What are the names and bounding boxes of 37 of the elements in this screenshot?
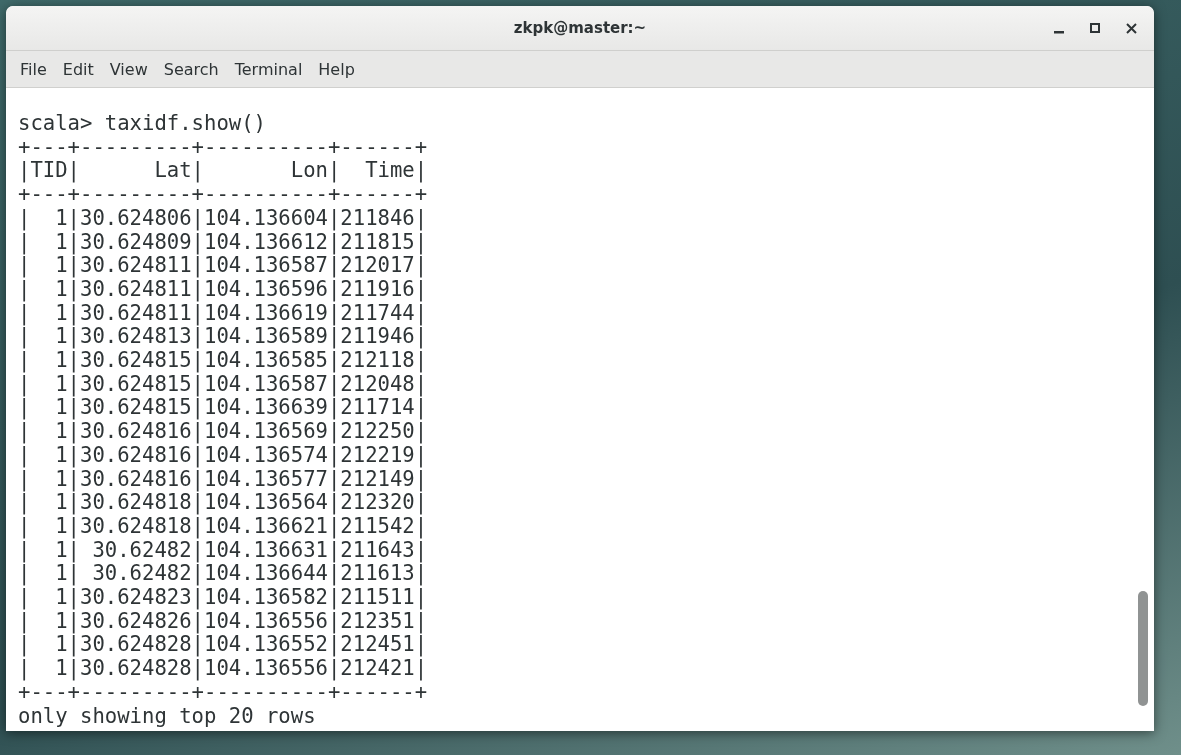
terminal-line: | 1|30.624813|104.136589|211946| [18,325,428,350]
scrollbar-thumb[interactable] [1138,591,1148,706]
terminal-line: +---+---------+----------+------+ [18,135,428,160]
close-icon [1125,22,1137,34]
terminal-line: | 1|30.624811|104.136619|211744| [18,301,428,326]
menu-item[interactable]: Edit [54,55,102,83]
terminal-line: | 1|30.624816|104.136569|212250| [18,420,428,444]
terminal-line: | 1|30.624826|104.136556|212351| [18,609,428,634]
terminal-line: | 1|30.624823|104.136582|211511| [18,586,428,610]
terminal-line: | 1|30.624811|104.136596|211916| [18,277,428,302]
terminal-line: | 1| 30.62482|104.136631|211643| [18,538,428,563]
terminal-line: |TID| Lat| Lon| Time| [18,159,428,184]
terminal-line: | 1|30.624809|104.136612|211815| [18,230,428,255]
menu-item[interactable]: Search [155,55,227,83]
terminal-line: | 1|30.624818|104.136621|211542| [18,514,428,539]
terminal-line: | 1|30.624815|104.136585|212118| [18,349,428,373]
terminal-line: | 1|30.624806|104.136604|211846| [18,206,428,231]
minimize-icon [1054,30,1064,34]
maximize-icon [1090,23,1100,33]
terminal-line: | 1|30.624815|104.136639|211714| [18,396,428,421]
terminal-line: only showing top 20 rows [18,704,316,729]
terminal-line: | 1|30.624816|104.136574|212219| [18,443,428,468]
terminal-line: scala> taxidf.show() [18,112,266,136]
terminal-line: | 1|30.624811|104.136587|212017| [18,254,428,278]
terminal-line: | 1|30.624816|104.136577|212149| [18,467,428,492]
terminal-line: | 1|30.624828|104.136552|212451| [18,633,428,658]
menu-item[interactable]: View [101,55,156,83]
menu-item[interactable]: File [12,55,55,83]
terminal-line: +---+---------+----------+------+ [18,183,428,207]
terminal-line: | 1|30.624818|104.136564|212320| [18,491,428,515]
terminal-line: | 1| 30.62482|104.136644|211613| [18,562,428,587]
menu-item[interactable]: Terminal [226,55,311,83]
menu-item[interactable]: Help [310,55,363,83]
terminal-line: | 1|30.624828|104.136556|212421| [18,657,428,681]
terminal-line: | 1|30.624815|104.136587|212048| [18,372,428,397]
terminal-line: +---+---------+----------+------+ [18,680,428,705]
window-title: zkpk@master:~ [513,19,647,37]
